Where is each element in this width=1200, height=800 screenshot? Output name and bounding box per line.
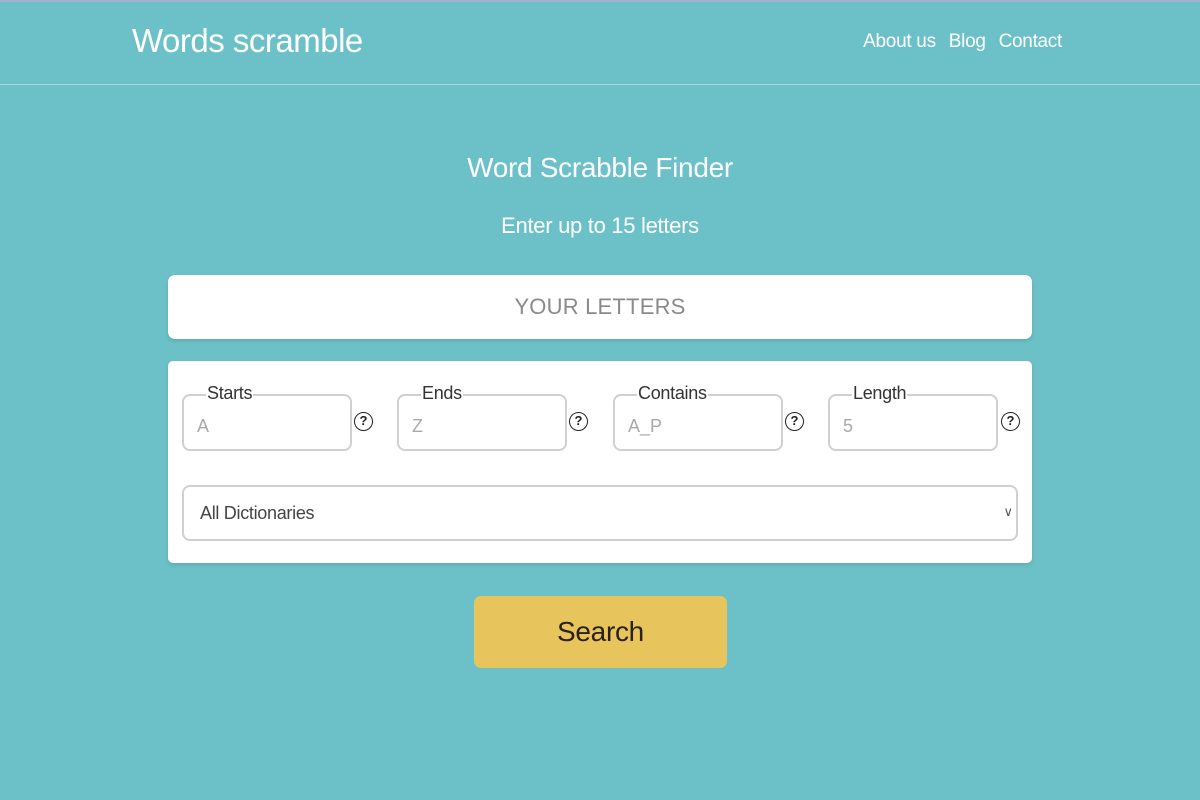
nav-blog[interactable]: Blog [949, 31, 986, 53]
length-label: Length [852, 382, 908, 404]
page-title: Word Scrabble Finder [467, 152, 733, 183]
contains-label: Contains [637, 382, 708, 404]
main-nav: About us Blog Contact [863, 31, 1062, 53]
dictionary-select-value: All Dictionaries [200, 503, 315, 523]
question-circle-icon[interactable]: ? [569, 412, 588, 431]
letters-input[interactable] [168, 275, 1032, 339]
question-circle-icon[interactable]: ? [785, 412, 804, 431]
nav-contact[interactable]: Contact [999, 31, 1063, 53]
ends-label: Ends [421, 382, 463, 404]
ends-field: Ends [397, 382, 567, 451]
question-circle-icon[interactable]: ? [354, 412, 373, 431]
question-circle-icon[interactable]: ? [1001, 412, 1020, 431]
brand-logo-link[interactable]: Words scramble [132, 22, 363, 60]
site-header: Words scramble About us Blog Contact [0, 0, 1200, 85]
page-subtitle: Enter up to 15 letters [501, 213, 699, 238]
starts-input[interactable] [184, 404, 350, 448]
contains-input[interactable] [615, 404, 781, 448]
contains-field: Contains [613, 382, 783, 451]
starts-field: Starts [182, 382, 352, 451]
search-button[interactable]: Search [474, 596, 727, 668]
starts-label: Starts [206, 382, 254, 404]
length-field: Length [828, 382, 998, 451]
letters-input-container [168, 275, 1032, 339]
length-input[interactable] [830, 404, 996, 448]
nav-about-us[interactable]: About us [863, 31, 936, 53]
filters-panel: Starts ? Ends ? Contains ? Length ? All … [168, 361, 1032, 563]
ends-input[interactable] [399, 404, 565, 448]
chevron-down-icon: ∨ [1003, 504, 1013, 519]
dictionary-select[interactable]: All Dictionaries ∨ [182, 485, 1018, 541]
